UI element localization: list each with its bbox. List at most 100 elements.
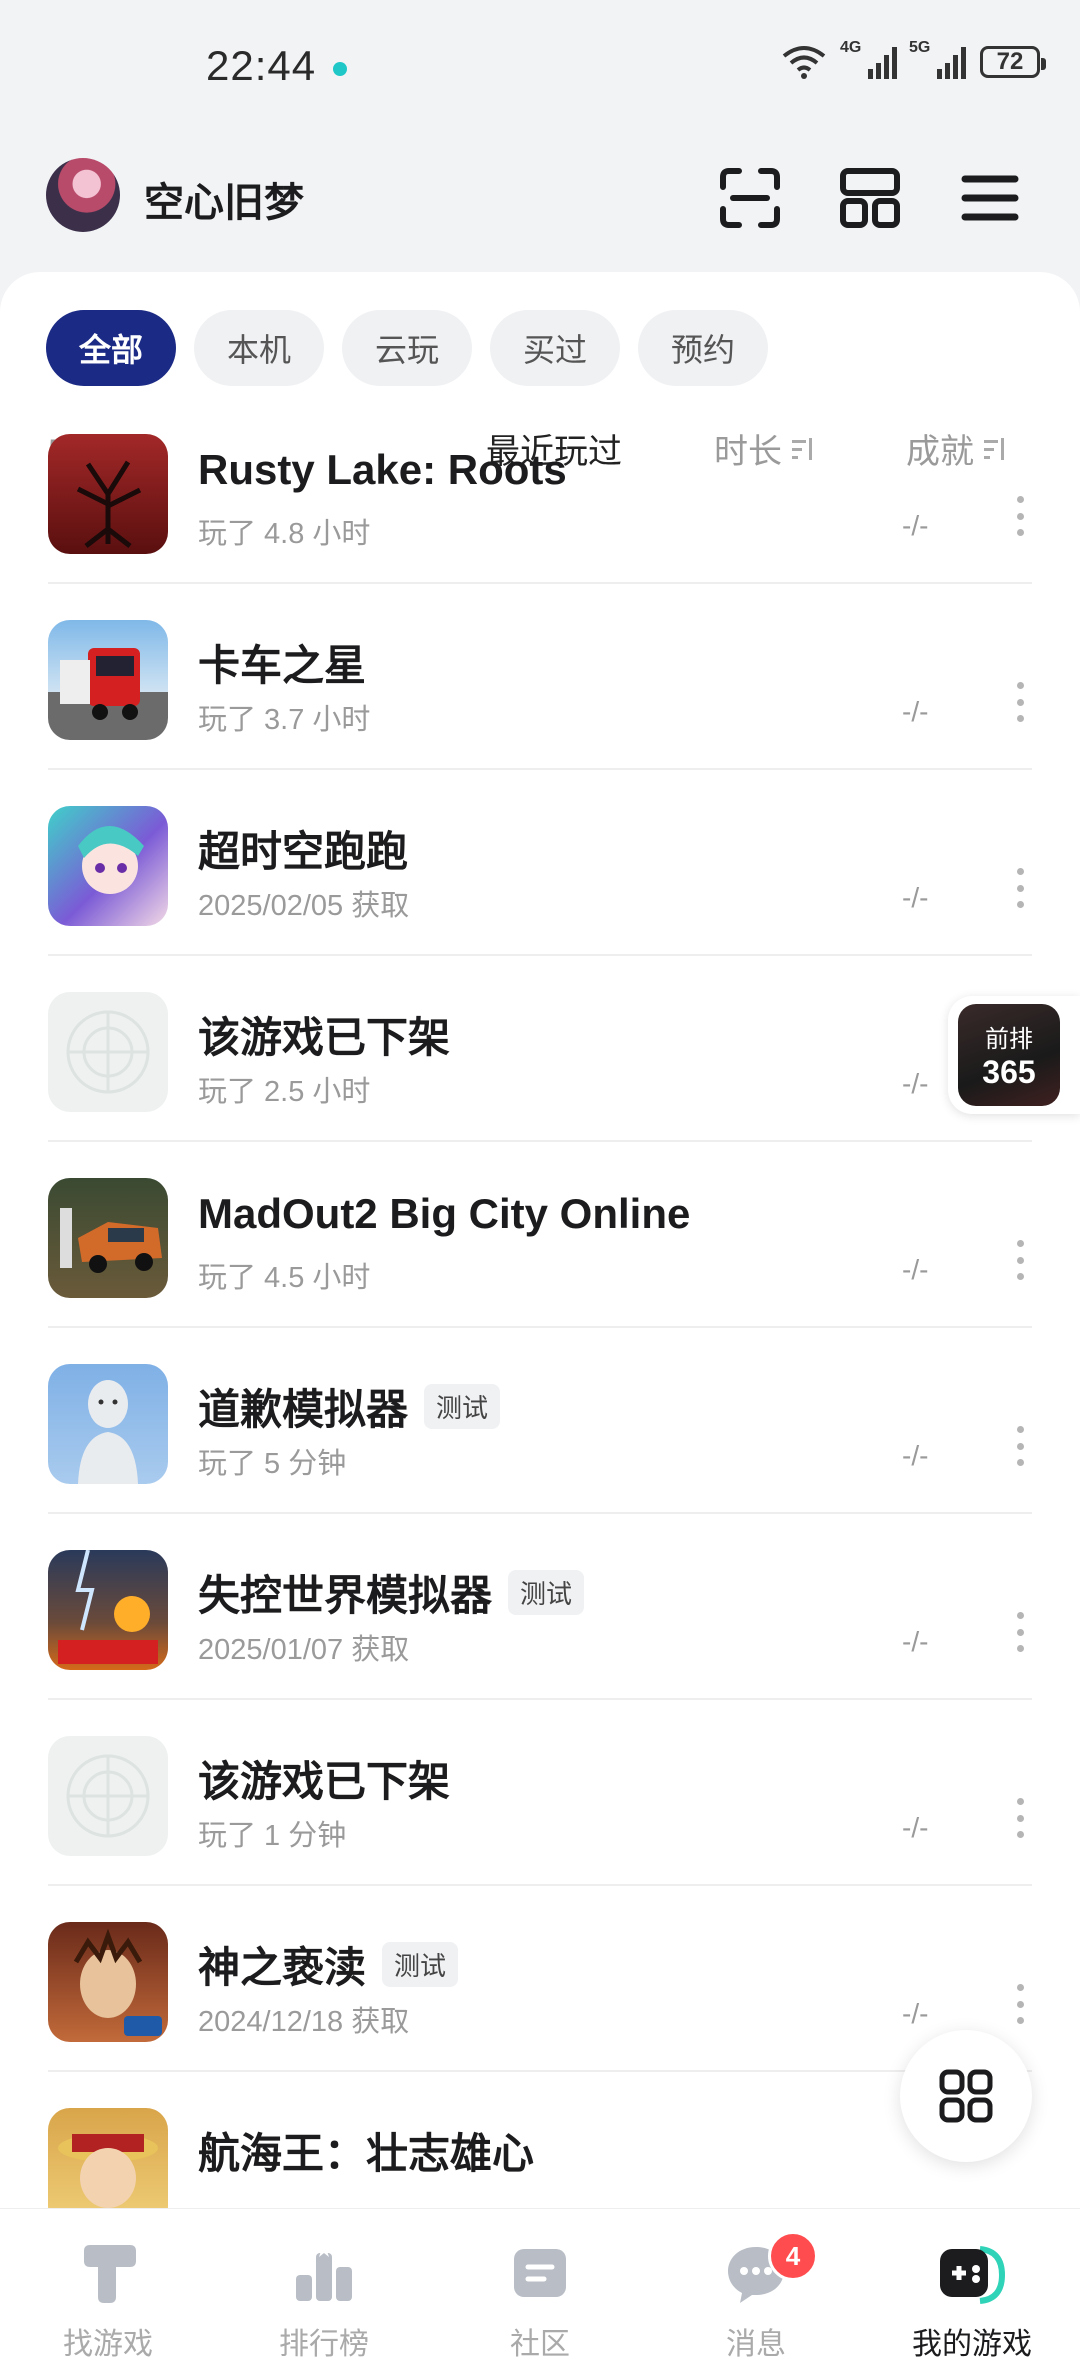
game-title: 航海王：壮志雄心 (198, 2130, 535, 2177)
test-badge: 测试 (424, 1384, 501, 1429)
apps-grid-icon (939, 2069, 993, 2123)
game-row[interactable]: 卡车之星 玩了 3.7 小时 -/- (0, 584, 1080, 770)
nav-find-game[interactable]: 找游戏 (0, 2209, 216, 2377)
game-title: 神之亵渎 测试 (198, 1934, 459, 1995)
anime-girl-icon (48, 806, 168, 926)
achievement-value: -/- (902, 882, 929, 913)
more-options-icon[interactable] (1014, 1426, 1026, 1466)
event-badge-number: 365 (982, 1054, 1036, 1090)
grid-view-button[interactable] (900, 2030, 1032, 2162)
bottom-navigation: 找游戏 排行榜 社区 4 消息 我的游戏 (0, 2208, 1080, 2377)
unread-badge: 4 (768, 2231, 818, 2281)
game-title: 该游戏已下架 (198, 1014, 451, 1061)
battery-icon: 72 (980, 46, 1046, 78)
blasphemous-icon (48, 1922, 168, 2042)
nav-label: 我的游戏 (912, 2328, 1032, 2361)
achievement-value: -/- (902, 1068, 929, 1099)
more-options-icon[interactable] (1014, 1612, 1026, 1652)
removed-game-icon (48, 1736, 168, 1856)
game-title: Rusty Lake: Roots (198, 446, 567, 493)
more-options-icon[interactable] (1014, 496, 1026, 536)
signal-4g-icon: 4G (840, 39, 897, 79)
more-options-icon[interactable] (1014, 868, 1026, 908)
tab-cloud[interactable]: 云玩 (342, 310, 472, 386)
tab-local[interactable]: 本机 (194, 310, 324, 386)
game-row[interactable]: 失控世界模拟器 测试 2025/01/07 获取 -/- (0, 1514, 1080, 1700)
ranking-icon (284, 2237, 364, 2309)
game-subtitle: 玩了 2.5 小时 (198, 1076, 371, 1108)
layout-button[interactable] (830, 158, 910, 238)
game-title: 失控世界模拟器 测试 (198, 1562, 585, 1623)
find-game-icon (68, 2237, 148, 2309)
test-badge: 测试 (382, 1942, 459, 1987)
nav-label: 找游戏 (63, 2328, 153, 2361)
tab-reserved[interactable]: 预约 (638, 310, 768, 386)
my-games-icon (932, 2237, 1012, 2309)
scan-icon (720, 168, 780, 228)
floating-event-badge[interactable]: 前排 365 (948, 996, 1080, 1114)
achievement-value: -/- (902, 1812, 929, 1843)
game-title: 卡车之星 (198, 642, 367, 689)
one-piece-icon (48, 2108, 168, 2208)
game-row[interactable]: 该游戏已下架 玩了 2.5 小时 -/- (0, 956, 1080, 1142)
nav-community[interactable]: 社区 (432, 2209, 648, 2377)
avatar[interactable] (46, 158, 120, 232)
game-row[interactable]: Rusty Lake: Roots 玩了 4.8 小时 -/- (0, 398, 1080, 584)
event-badge-label: 前排 (985, 1026, 1033, 1053)
removed-game-icon (48, 992, 168, 1112)
filter-tabs: 全部 本机 云玩 买过 预约 (46, 310, 768, 386)
game-row[interactable]: 该游戏已下架 玩了 1 分钟 -/- (0, 1700, 1080, 1886)
truck-icon (48, 620, 168, 740)
notification-dot-icon (333, 62, 347, 76)
game-subtitle: 玩了 5 分钟 (198, 1448, 347, 1480)
tab-all[interactable]: 全部 (46, 310, 176, 386)
nav-messages[interactable]: 4 消息 (648, 2209, 864, 2377)
battery-level: 72 (996, 48, 1024, 75)
more-options-icon[interactable] (1014, 682, 1026, 722)
game-row[interactable]: MadOut2 Big City Online 玩了 4.5 小时 -/- (0, 1142, 1080, 1328)
signal-5g-icon: 5G (909, 39, 966, 79)
event-badge-image: 前排 365 (958, 1004, 1060, 1106)
game-subtitle: 玩了 4.8 小时 (198, 518, 371, 550)
achievement-value: -/- (902, 510, 929, 541)
game-title: 该游戏已下架 (198, 1758, 451, 1805)
nav-ranking[interactable]: 排行榜 (216, 2209, 432, 2377)
more-options-icon[interactable] (1014, 1240, 1026, 1280)
chaos-world-icon (48, 1550, 168, 1670)
game-row[interactable]: 神之亵渎 测试 2024/12/18 获取 -/- (0, 1886, 1080, 2072)
system-icons: 4G 5G 72 (780, 39, 1046, 80)
game-title: 超时空跑跑 (198, 828, 409, 875)
rusty-lake-icon (48, 434, 168, 554)
achievement-value: -/- (902, 696, 929, 727)
nav-my-games[interactable]: 我的游戏 (864, 2209, 1080, 2377)
game-subtitle: 玩了 3.7 小时 (198, 704, 371, 736)
hamburger-menu-icon (961, 175, 1019, 221)
community-icon (500, 2237, 580, 2309)
tab-purchased[interactable]: 买过 (490, 310, 620, 386)
game-subtitle: 玩了 4.5 小时 (198, 1262, 371, 1294)
status-bar: 22:44 4G 5G 72 (0, 0, 1080, 140)
app-header: 空心旧梦 (0, 150, 1080, 250)
game-title: MadOut2 Big City Online (198, 1190, 691, 1237)
menu-button[interactable] (950, 158, 1030, 238)
wifi-icon (782, 46, 826, 79)
more-options-icon[interactable] (1014, 1984, 1026, 2024)
more-options-icon[interactable] (1014, 1798, 1026, 1838)
game-subtitle: 玩了 1 分钟 (198, 1820, 347, 1852)
game-subtitle: 2025/02/05 获取 (198, 890, 410, 922)
game-title: 道歉模拟器 测试 (198, 1376, 501, 1437)
nav-label: 排行榜 (279, 2328, 369, 2361)
achievement-value: -/- (902, 1998, 929, 2029)
games-sheet: 全部 本机 云玩 买过 预约 525 款 最近玩过 时长 成就 Rusty La… (0, 272, 1080, 2208)
achievement-value: -/- (902, 1440, 929, 1471)
game-row[interactable]: 道歉模拟器 测试 玩了 5 分钟 -/- (0, 1328, 1080, 1514)
nav-label: 消息 (726, 2328, 786, 2361)
grid-layout-icon (840, 168, 900, 228)
username[interactable]: 空心旧梦 (144, 170, 304, 228)
achievement-value: -/- (902, 1626, 929, 1657)
game-row[interactable]: 超时空跑跑 2025/02/05 获取 -/- (0, 770, 1080, 956)
car-icon (48, 1178, 168, 1298)
game-subtitle: 2024/12/18 获取 (198, 2006, 410, 2038)
scan-button[interactable] (710, 158, 790, 238)
test-badge: 测试 (508, 1570, 585, 1615)
